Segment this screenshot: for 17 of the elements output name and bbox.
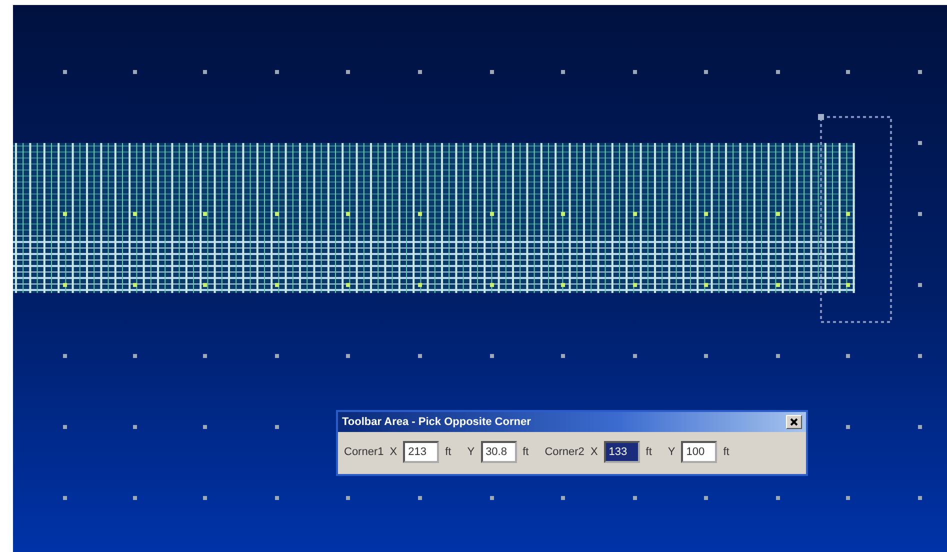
- axis-label: Y: [668, 444, 676, 460]
- axis-label: X: [390, 444, 398, 460]
- dialog-title: Toolbar Area - Pick Opposite Corner: [342, 414, 531, 430]
- unit-label: ft: [445, 444, 452, 460]
- coordinate-field[interactable]: 213: [403, 441, 440, 463]
- unit-label: ft: [646, 444, 652, 460]
- corner-label: Corner2: [544, 444, 584, 460]
- coordinate-field[interactable]: 100: [681, 441, 718, 463]
- close-icon: [790, 418, 798, 426]
- axis-label: Y: [467, 444, 475, 460]
- unit-label: ft: [522, 444, 529, 460]
- close-button[interactable]: [786, 415, 802, 429]
- coordinate-field[interactable]: 133: [604, 441, 640, 463]
- corner-label: Corner1: [344, 444, 384, 460]
- coordinate-field[interactable]: 30.8: [480, 441, 517, 463]
- unit-label: ft: [723, 444, 730, 460]
- axis-label: X: [590, 444, 598, 460]
